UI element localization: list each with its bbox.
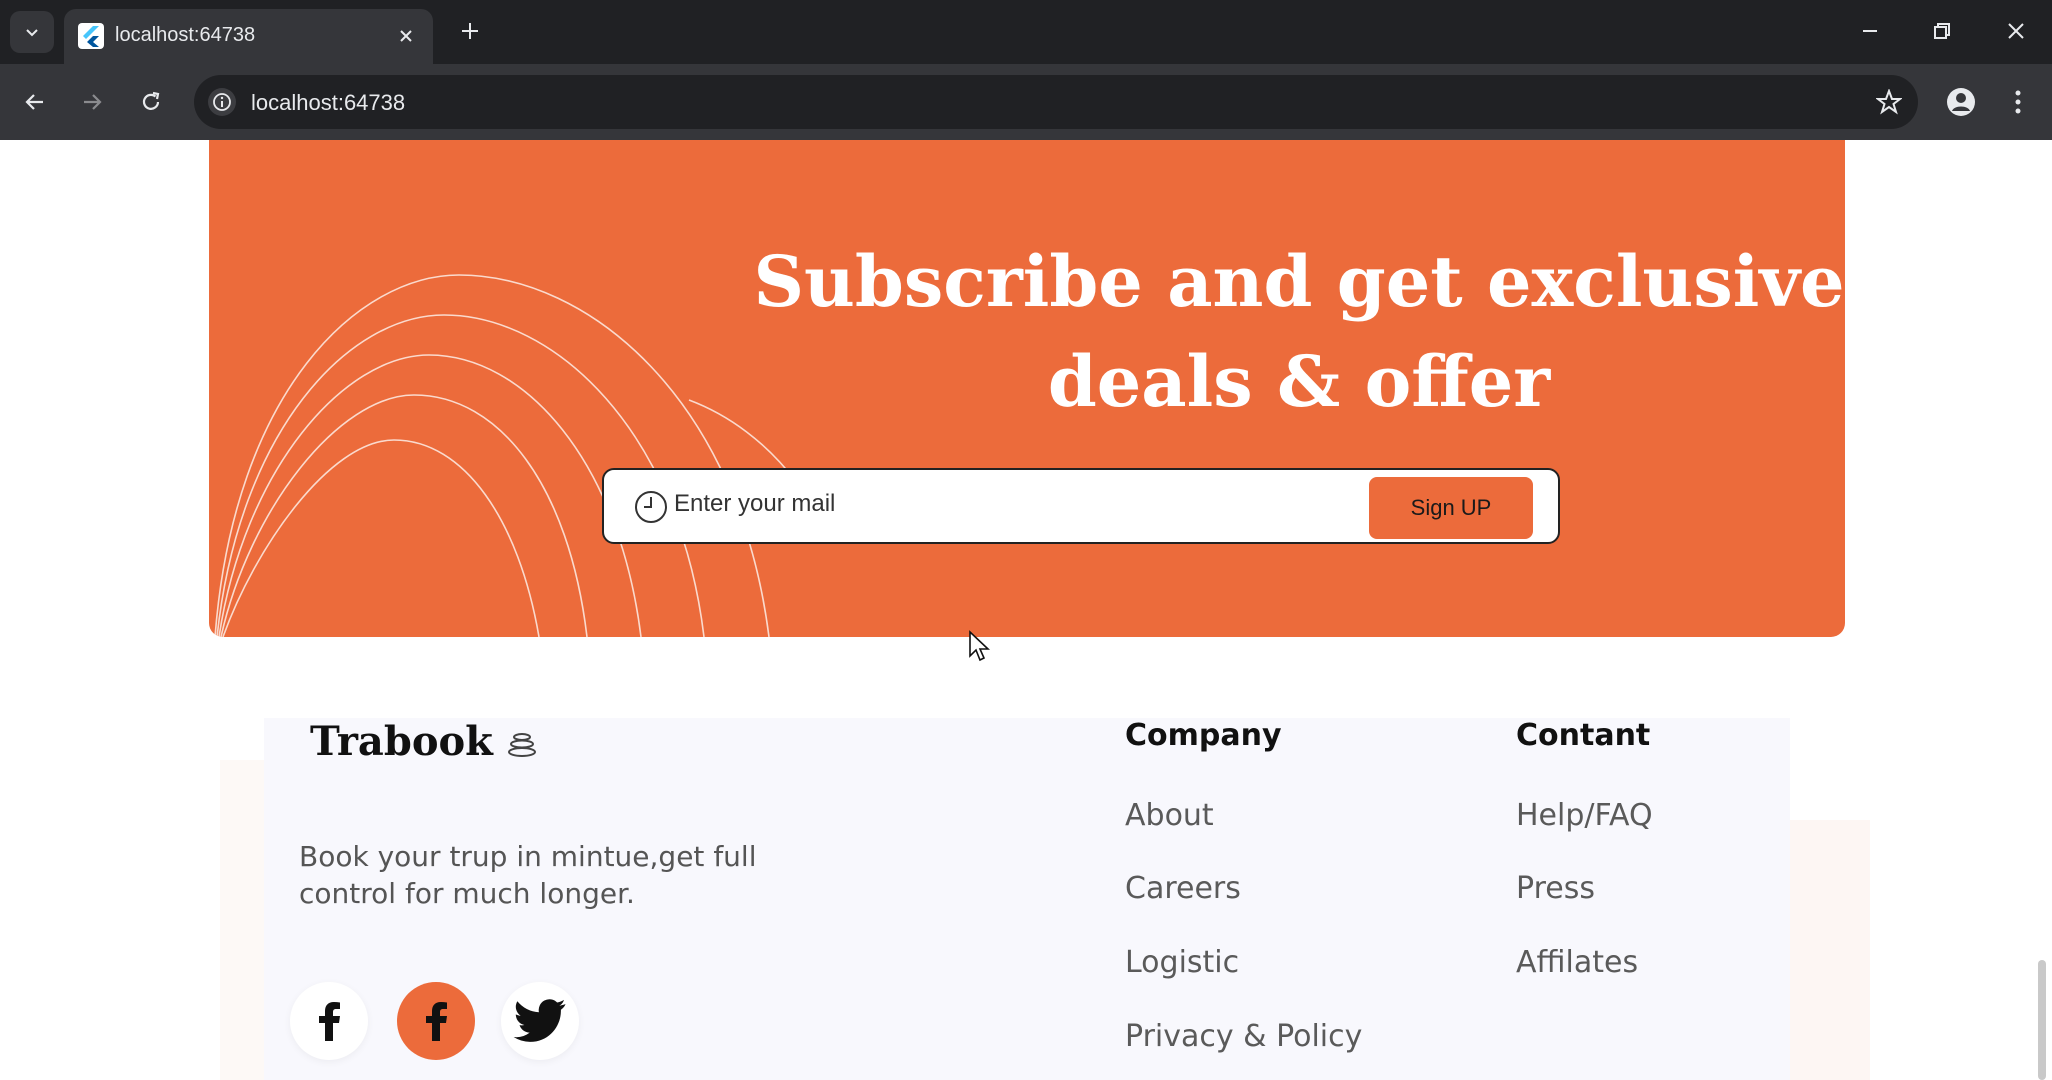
url-text[interactable]: localhost:64738 [251, 90, 405, 116]
restore-button[interactable] [1912, 8, 1972, 54]
footer-company-title: Company [1125, 718, 1282, 753]
profile-button[interactable] [1941, 82, 1981, 122]
footer-brand[interactable]: Trabook [310, 718, 537, 765]
footer-link-affilates[interactable]: Affilates [1516, 945, 1638, 980]
minimize-icon [1863, 30, 1877, 32]
footer-contant-title: Contant [1516, 718, 1651, 753]
arrow-left-icon [25, 94, 43, 110]
close-icon [2008, 23, 2024, 39]
info-icon [213, 93, 231, 111]
browser-tab-bar: localhost:64738 [0, 0, 2052, 64]
tab-title: localhost:64738 [115, 24, 256, 46]
back-button[interactable] [15, 82, 55, 122]
mouse-cursor-icon [969, 630, 991, 662]
facebook-icon [426, 1002, 447, 1041]
browser-toolbar: localhost:64738 [0, 64, 2052, 140]
bookmark-button[interactable] [1874, 87, 1904, 117]
address-bar[interactable]: localhost:64738 [194, 75, 1918, 129]
forward-button[interactable] [72, 82, 112, 122]
restore-icon [1934, 23, 1950, 39]
facebook-button-active[interactable] [397, 982, 475, 1060]
kebab-menu-icon [2015, 90, 2021, 114]
footer-link-about[interactable]: About [1125, 798, 1214, 833]
close-icon [400, 30, 412, 42]
reload-icon [142, 91, 160, 110]
chevron-down-icon [26, 29, 38, 37]
page-scrollbar[interactable] [2038, 960, 2046, 1080]
tab-search-button[interactable] [10, 11, 54, 53]
stacked-rings-logo-icon [507, 732, 536, 757]
twitter-icon [513, 999, 566, 1042]
minimize-button[interactable] [1840, 8, 1900, 54]
email-input[interactable]: Enter your mail [674, 490, 835, 518]
footer-link-logistic[interactable]: Logistic [1125, 945, 1239, 980]
subscribe-banner: Subscribe and get exclusive deals & offe… [209, 140, 1845, 637]
clock-icon [635, 491, 667, 523]
brand-name: Trabook [310, 718, 493, 765]
footer-tagline: Book your trup in mintue,get full contro… [299, 840, 757, 910]
headline-line-2: deals & offer [1047, 340, 1551, 423]
footer-link-press[interactable]: Press [1516, 871, 1595, 906]
facebook-icon [319, 1002, 340, 1041]
footer-link-help-faq[interactable]: Help/FAQ [1516, 798, 1653, 833]
browser-tab[interactable]: localhost:64738 [64, 9, 433, 64]
footer-backdrop-left [220, 760, 270, 1080]
star-icon [1876, 89, 1902, 115]
subscribe-headline: Subscribe and get exclusive deals & offe… [529, 232, 1845, 432]
flutter-logo-icon [78, 23, 104, 49]
sign-up-button[interactable]: Sign UP [1369, 477, 1533, 539]
reload-button[interactable] [131, 82, 171, 122]
close-tab-button[interactable] [391, 21, 421, 51]
footer-link-careers[interactable]: Careers [1125, 871, 1241, 906]
person-icon [1947, 88, 1975, 116]
headline-line-1: Subscribe and get exclusive [753, 240, 1845, 323]
footer-link-privacy-policy[interactable]: Privacy & Policy [1125, 1019, 1362, 1054]
email-subscribe-field[interactable]: Enter your mail Sign UP [602, 468, 1560, 544]
close-window-button[interactable] [1986, 8, 2046, 54]
new-tab-button[interactable] [452, 13, 488, 49]
twitter-button[interactable] [501, 982, 579, 1060]
browser-menu-button[interactable] [1998, 82, 2038, 122]
facebook-button[interactable] [290, 982, 368, 1060]
plus-icon [462, 23, 478, 39]
site-info-button[interactable] [208, 88, 236, 116]
arrow-right-icon [84, 94, 102, 110]
page-viewport: Subscribe and get exclusive deals & offe… [0, 140, 2052, 1080]
